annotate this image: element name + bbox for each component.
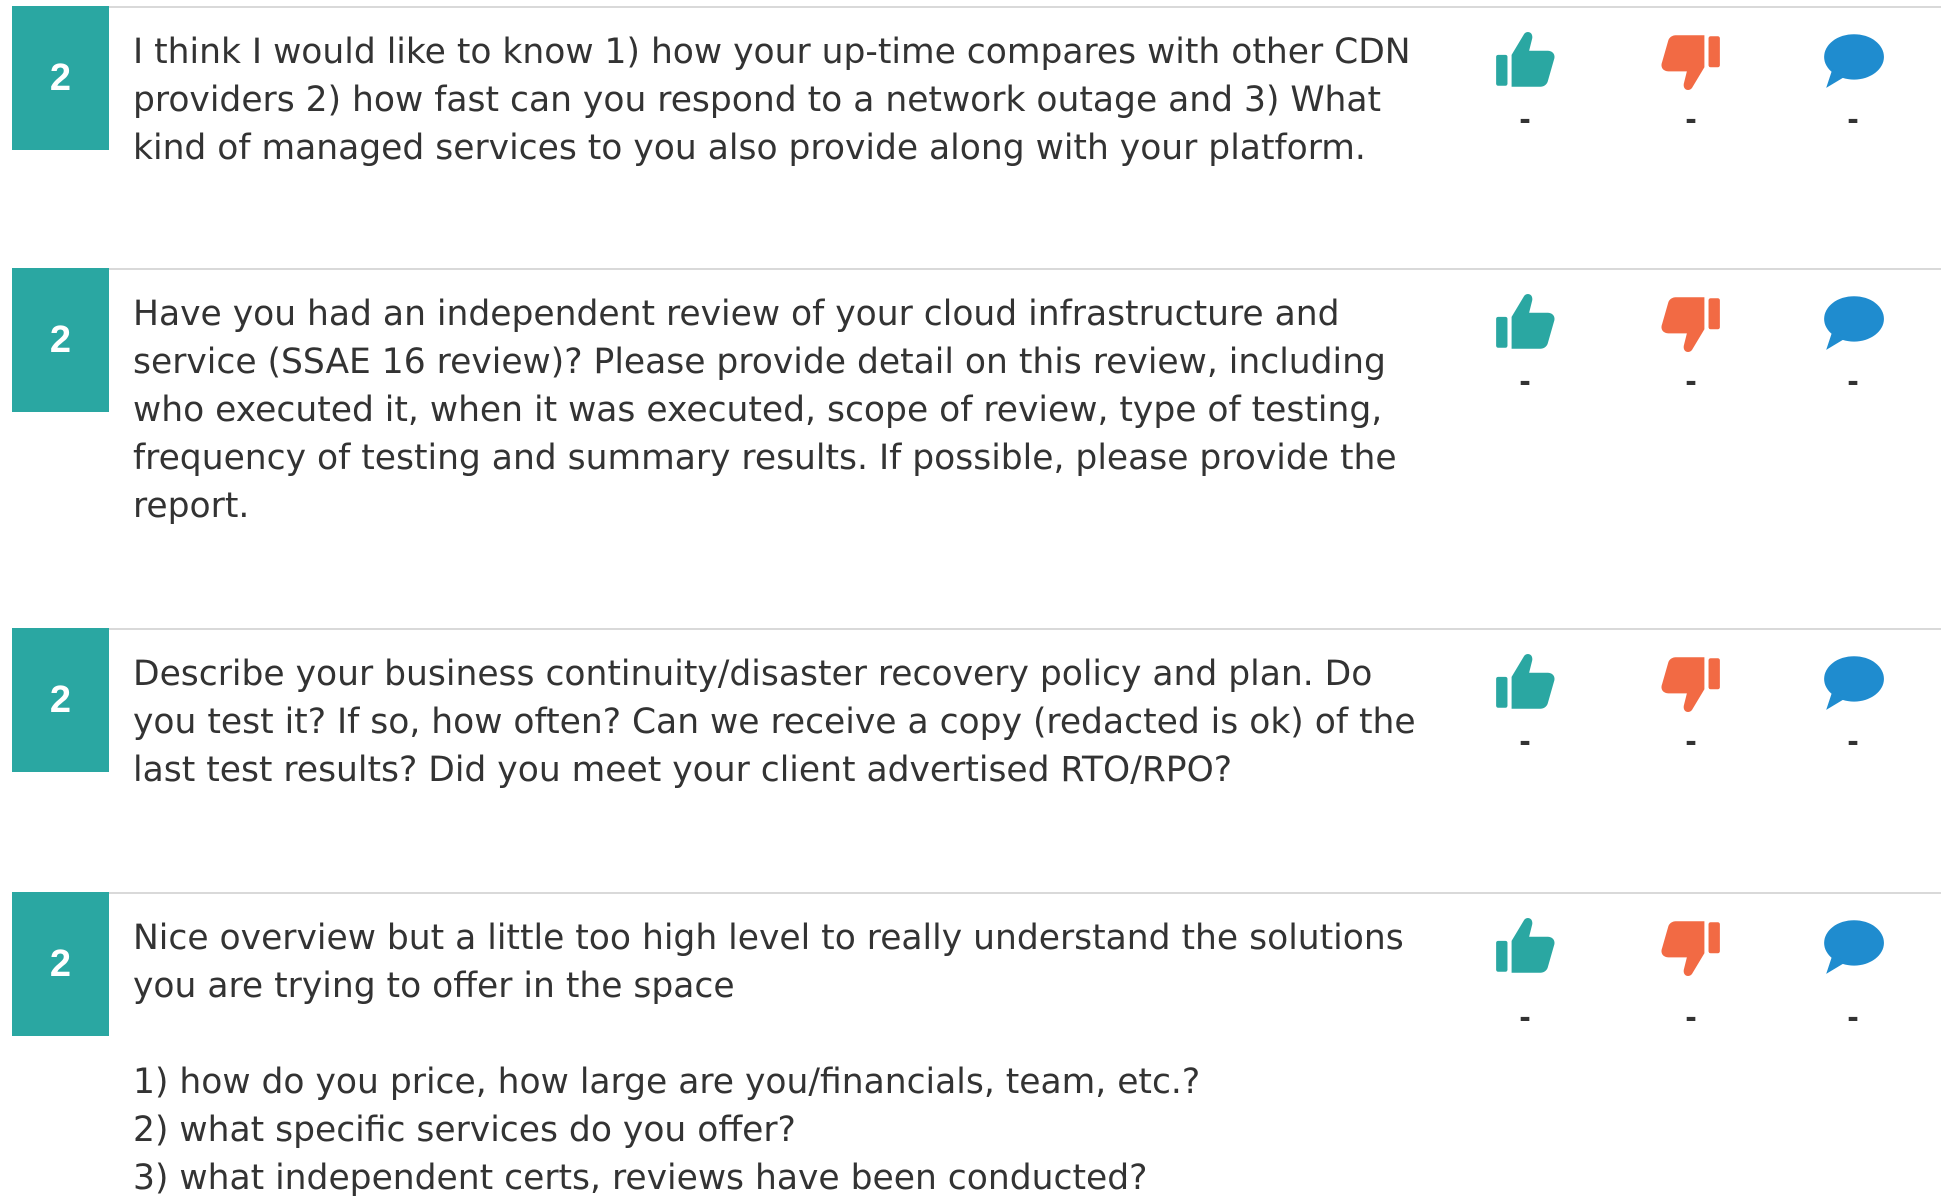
row-divider bbox=[109, 268, 1941, 270]
like-button[interactable]: - bbox=[1470, 28, 1580, 168]
thumbs-down-icon bbox=[1661, 35, 1720, 90]
reaction-bar: - - - bbox=[1470, 650, 1940, 790]
dislike-button[interactable]: - bbox=[1636, 650, 1746, 790]
reaction-bar: - - - bbox=[1470, 290, 1940, 430]
comment-button[interactable]: - bbox=[1798, 914, 1908, 1054]
speech-bubble-icon bbox=[1824, 656, 1884, 710]
like-button[interactable]: - bbox=[1470, 914, 1580, 1054]
question-text: Have you had an independent review of yo… bbox=[133, 294, 1408, 526]
score-badge: 2 bbox=[12, 268, 109, 412]
like-count: - bbox=[1519, 100, 1531, 138]
speech-bubble-icon bbox=[1824, 296, 1884, 350]
comment-button[interactable]: - bbox=[1798, 28, 1908, 168]
thumbs-down-icon bbox=[1661, 297, 1720, 352]
comment-count: - bbox=[1847, 998, 1859, 1036]
question-text: I think I would like to know 1) how your… bbox=[133, 32, 1422, 168]
thumbs-up-icon bbox=[1496, 654, 1555, 709]
thumbs-down-icon bbox=[1661, 921, 1720, 976]
row-divider bbox=[109, 628, 1941, 630]
thumbs-down-icon bbox=[1661, 657, 1720, 712]
comment-count: - bbox=[1847, 362, 1859, 400]
question-text: Describe your business continuity/disast… bbox=[133, 654, 1427, 790]
thumbs-up-icon bbox=[1496, 32, 1555, 87]
comment-button[interactable]: - bbox=[1798, 290, 1908, 430]
dislike-button[interactable]: - bbox=[1636, 914, 1746, 1054]
reaction-bar: - - - bbox=[1470, 28, 1940, 168]
dislike-count: - bbox=[1685, 100, 1697, 138]
speech-bubble-icon bbox=[1824, 920, 1884, 974]
thumbs-up-icon bbox=[1496, 918, 1555, 973]
question-feed: 2 I think I would like to know 1) how yo… bbox=[0, 0, 1941, 1199]
reaction-bar: - - - bbox=[1470, 914, 1940, 1054]
speech-bubble-icon bbox=[1824, 34, 1884, 88]
dislike-button[interactable]: - bbox=[1636, 28, 1746, 168]
dislike-button[interactable]: - bbox=[1636, 290, 1746, 430]
score-badge: 2 bbox=[12, 892, 109, 1036]
like-button[interactable]: - bbox=[1470, 290, 1580, 430]
dislike-count: - bbox=[1685, 362, 1697, 400]
row-divider bbox=[109, 6, 1941, 8]
comment-count: - bbox=[1847, 722, 1859, 760]
comment-button[interactable]: - bbox=[1798, 650, 1908, 790]
like-count: - bbox=[1519, 998, 1531, 1036]
like-count: - bbox=[1519, 362, 1531, 400]
row-divider bbox=[109, 892, 1941, 894]
dislike-count: - bbox=[1685, 722, 1697, 760]
like-button[interactable]: - bbox=[1470, 650, 1580, 790]
dislike-count: - bbox=[1685, 998, 1697, 1036]
thumbs-up-icon bbox=[1496, 294, 1555, 349]
like-count: - bbox=[1519, 722, 1531, 760]
comment-count: - bbox=[1847, 100, 1859, 138]
question-text: Nice overview but a little too high leve… bbox=[133, 918, 1404, 1198]
score-badge: 2 bbox=[12, 628, 109, 772]
score-badge: 2 bbox=[12, 6, 109, 150]
